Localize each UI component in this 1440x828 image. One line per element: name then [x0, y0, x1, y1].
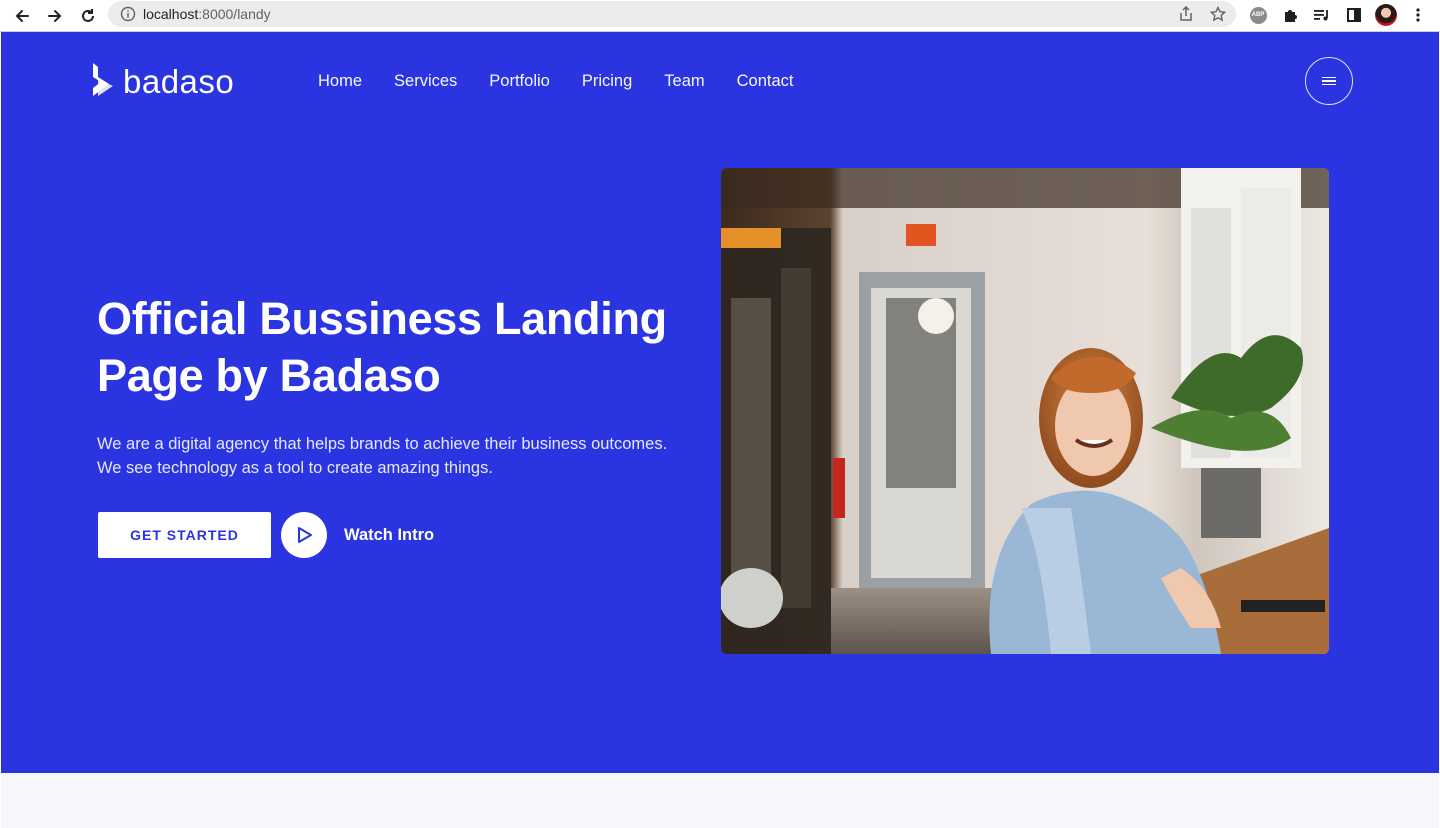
- sidepanel-icon[interactable]: [1343, 4, 1365, 26]
- main-nav: Home Services Portfolio Pricing Team Con…: [318, 72, 794, 91]
- get-started-button[interactable]: GET STARTED: [98, 512, 271, 558]
- hero-description: We are a digital agency that helps brand…: [97, 432, 717, 480]
- nav-pricing[interactable]: Pricing: [582, 72, 632, 91]
- nav-contact[interactable]: Contact: [737, 72, 794, 91]
- info-icon[interactable]: [120, 6, 136, 22]
- media-list-icon[interactable]: [1311, 4, 1333, 26]
- hero-title: Official Bussiness Landing Page by Badas…: [97, 293, 667, 401]
- watch-intro-link[interactable]: Watch Intro: [344, 526, 434, 545]
- back-arrow-icon[interactable]: [10, 4, 34, 28]
- url-path: :8000/landy: [198, 6, 271, 22]
- site-logo[interactable]: badaso: [90, 62, 234, 100]
- star-icon[interactable]: [1209, 5, 1227, 23]
- play-icon[interactable]: [281, 512, 327, 558]
- url-host: localhost: [143, 6, 199, 22]
- next-section: [1, 773, 1439, 828]
- hero-description-line2: We see technology as a tool to create am…: [97, 459, 493, 477]
- nav-portfolio[interactable]: Portfolio: [489, 72, 550, 91]
- hero-section: badaso Home Services Portfolio Pricing T…: [1, 32, 1439, 773]
- nav-team[interactable]: Team: [664, 72, 704, 91]
- more-vert-icon[interactable]: [1407, 4, 1429, 26]
- url-text: localhost:8000/landy: [143, 6, 271, 22]
- logo-text: badaso: [123, 62, 235, 100]
- address-bar[interactable]: localhost:8000/landy: [108, 1, 1236, 27]
- profile-avatar[interactable]: [1375, 4, 1397, 26]
- puzzle-icon[interactable]: [1279, 4, 1301, 26]
- browser-toolbar: localhost:8000/landy ABP: [0, 0, 1440, 32]
- hero-photo: [721, 168, 1329, 654]
- hamburger-icon[interactable]: [1305, 57, 1353, 105]
- hero-description-line1: We are a digital agency that helps brand…: [97, 435, 668, 453]
- page: badaso Home Services Portfolio Pricing T…: [1, 32, 1439, 828]
- nav-services[interactable]: Services: [394, 72, 457, 91]
- share-icon[interactable]: [1177, 5, 1195, 23]
- adblock-icon[interactable]: ABP: [1247, 4, 1269, 26]
- reload-icon[interactable]: [76, 4, 100, 28]
- badaso-logo-icon: [93, 63, 113, 96]
- nav-home[interactable]: Home: [318, 72, 362, 91]
- forward-arrow-icon[interactable]: [43, 4, 67, 28]
